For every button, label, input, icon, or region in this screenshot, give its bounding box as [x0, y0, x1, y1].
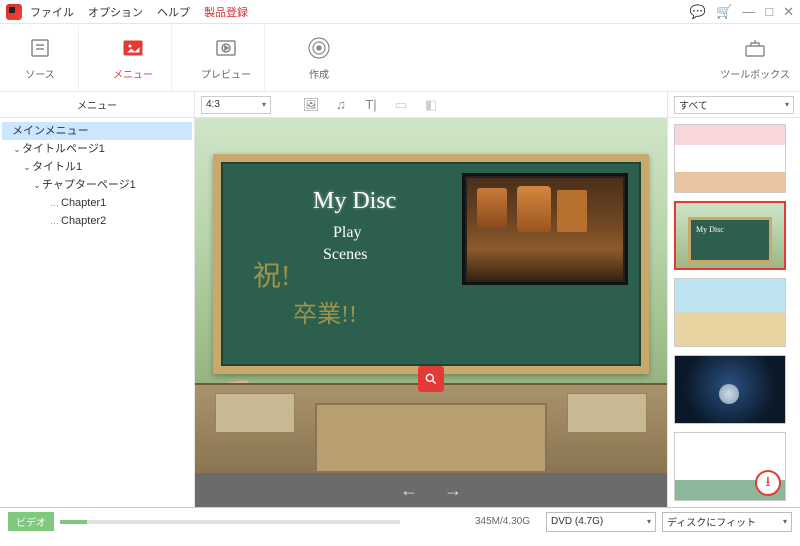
- step-nav: ソース メニュー プレビュー 作成 ツールボックス: [0, 24, 800, 92]
- work-area: メニュー メインメニュー ⌄タイトルページ1 ⌄タイトル1 ⌄チャプターページ1…: [0, 92, 800, 507]
- video-thumbnail[interactable]: [465, 176, 625, 282]
- menu-register[interactable]: 製品登録: [204, 4, 248, 20]
- left-panel: メニュー メインメニュー ⌄タイトルページ1 ⌄タイトル1 ⌄チャプターページ1…: [0, 92, 195, 507]
- nav-prev-icon[interactable]: ←: [400, 480, 418, 501]
- tree-chapter2[interactable]: Chapter2: [2, 212, 192, 230]
- center-toolbar: 4:3▾ 🖼 ♫ T| ▭ ◧: [195, 92, 667, 118]
- chevron-down-icon: ▾: [647, 517, 651, 526]
- create-icon: [305, 34, 333, 62]
- tool-icons: 🖼 ♫ T| ▭ ◧: [303, 97, 439, 113]
- chevron-down-icon: ▾: [785, 100, 789, 109]
- tree-title-page[interactable]: ⌄タイトルページ1: [2, 140, 192, 158]
- tree-chapter-page[interactable]: ⌄チャプターページ1: [2, 176, 192, 194]
- left-panel-header: メニュー: [0, 92, 194, 118]
- chalk-decoration-1: 祝!: [253, 254, 290, 294]
- frame-tool-icon[interactable]: ▭: [393, 97, 409, 113]
- preview-navbar: ← →: [195, 473, 667, 507]
- step-preview-label: プレビュー: [201, 66, 251, 81]
- disc-type-select[interactable]: DVD (4.7G)▾: [546, 512, 656, 532]
- right-panel: すべて▾ My Disc ⭳: [668, 92, 800, 507]
- step-menu-label: メニュー: [113, 66, 153, 81]
- step-menu[interactable]: メニュー: [93, 24, 173, 92]
- template-list[interactable]: My Disc ⭳: [668, 118, 800, 507]
- app-icon: [6, 4, 22, 20]
- title-bar: ファイル オプション ヘルプ 製品登録 💬 🛒 — □ ✕: [0, 0, 800, 24]
- template-filter-select[interactable]: すべて▾: [674, 96, 794, 114]
- size-progress: [60, 520, 400, 524]
- toolbox-label: ツールボックス: [720, 66, 790, 81]
- nav-next-icon[interactable]: →: [444, 480, 462, 501]
- menu-option[interactable]: オプション: [88, 4, 143, 20]
- preview-canvas[interactable]: My Disc Play Scenes 祝! 卒業!!: [195, 118, 667, 473]
- template-item-3[interactable]: [674, 278, 786, 347]
- center-panel: 4:3▾ 🖼 ♫ T| ▭ ◧ My Disc Play Scenes 祝!: [195, 92, 668, 507]
- step-create-label: 作成: [309, 66, 329, 81]
- step-preview[interactable]: プレビュー: [186, 24, 266, 92]
- step-source[interactable]: ソース: [0, 24, 80, 92]
- status-bar: ビデオ 345M/4.30G DVD (4.7G)▾ ディスクにフィット▾: [0, 507, 800, 535]
- layout-tool-icon[interactable]: ◧: [423, 97, 439, 113]
- chalkboard-frame: My Disc Play Scenes 祝! 卒業!!: [213, 154, 649, 374]
- disc-title-text[interactable]: My Disc: [313, 188, 396, 215]
- tree-title[interactable]: ⌄タイトル1: [2, 158, 192, 176]
- play-button-text[interactable]: Play: [333, 224, 361, 242]
- menu-help[interactable]: ヘルプ: [157, 4, 190, 20]
- video-badge: ビデオ: [8, 512, 54, 531]
- template-item-5[interactable]: ⭳: [674, 432, 786, 501]
- menu-bar: ファイル オプション ヘルプ 製品登録: [30, 4, 690, 20]
- toolbox-button[interactable]: ツールボックス: [710, 24, 800, 92]
- chalkboard: My Disc Play Scenes 祝! 卒業!!: [221, 162, 641, 366]
- template-item-2[interactable]: My Disc: [674, 201, 786, 270]
- minimize-icon[interactable]: —: [742, 4, 755, 19]
- size-text: 345M/4.30G: [475, 516, 530, 527]
- window-controls: 💬 🛒 — □ ✕: [690, 4, 794, 20]
- menu-icon: [119, 34, 147, 62]
- tree-main-menu[interactable]: メインメニュー: [2, 122, 192, 140]
- preview-icon: [212, 34, 240, 62]
- template-2-title: My Disc: [696, 225, 724, 234]
- chevron-down-icon: ▾: [783, 517, 787, 526]
- cart-icon[interactable]: 🛒: [716, 4, 732, 20]
- source-icon: [26, 34, 54, 62]
- right-panel-header: すべて▾: [668, 92, 800, 118]
- toolbox-icon: [741, 34, 769, 62]
- menu-file[interactable]: ファイル: [30, 4, 74, 20]
- scenes-button-text[interactable]: Scenes: [323, 246, 367, 264]
- menu-tree: メインメニュー ⌄タイトルページ1 ⌄タイトル1 ⌄チャプターページ1 Chap…: [0, 118, 194, 234]
- step-create[interactable]: 作成: [279, 24, 359, 92]
- chalk-decoration-2: 卒業!!: [293, 294, 357, 329]
- tree-chapter1[interactable]: Chapter1: [2, 194, 192, 212]
- chevron-down-icon: ▾: [262, 100, 266, 109]
- template-item-1[interactable]: [674, 124, 786, 193]
- aspect-ratio-select[interactable]: 4:3▾: [201, 96, 271, 114]
- music-tool-icon[interactable]: ♫: [333, 97, 349, 113]
- close-icon[interactable]: ✕: [783, 4, 794, 20]
- text-tool-icon[interactable]: T|: [363, 97, 379, 113]
- step-source-label: ソース: [25, 66, 55, 81]
- feedback-icon[interactable]: 💬: [690, 4, 706, 20]
- template-item-4[interactable]: [674, 355, 786, 424]
- image-tool-icon[interactable]: 🖼: [303, 97, 319, 113]
- magnify-button[interactable]: [418, 366, 444, 392]
- maximize-icon[interactable]: □: [765, 4, 773, 19]
- desk-decoration: [195, 383, 667, 473]
- fit-select[interactable]: ディスクにフィット▾: [662, 512, 792, 532]
- download-icon[interactable]: ⭳: [755, 470, 781, 496]
